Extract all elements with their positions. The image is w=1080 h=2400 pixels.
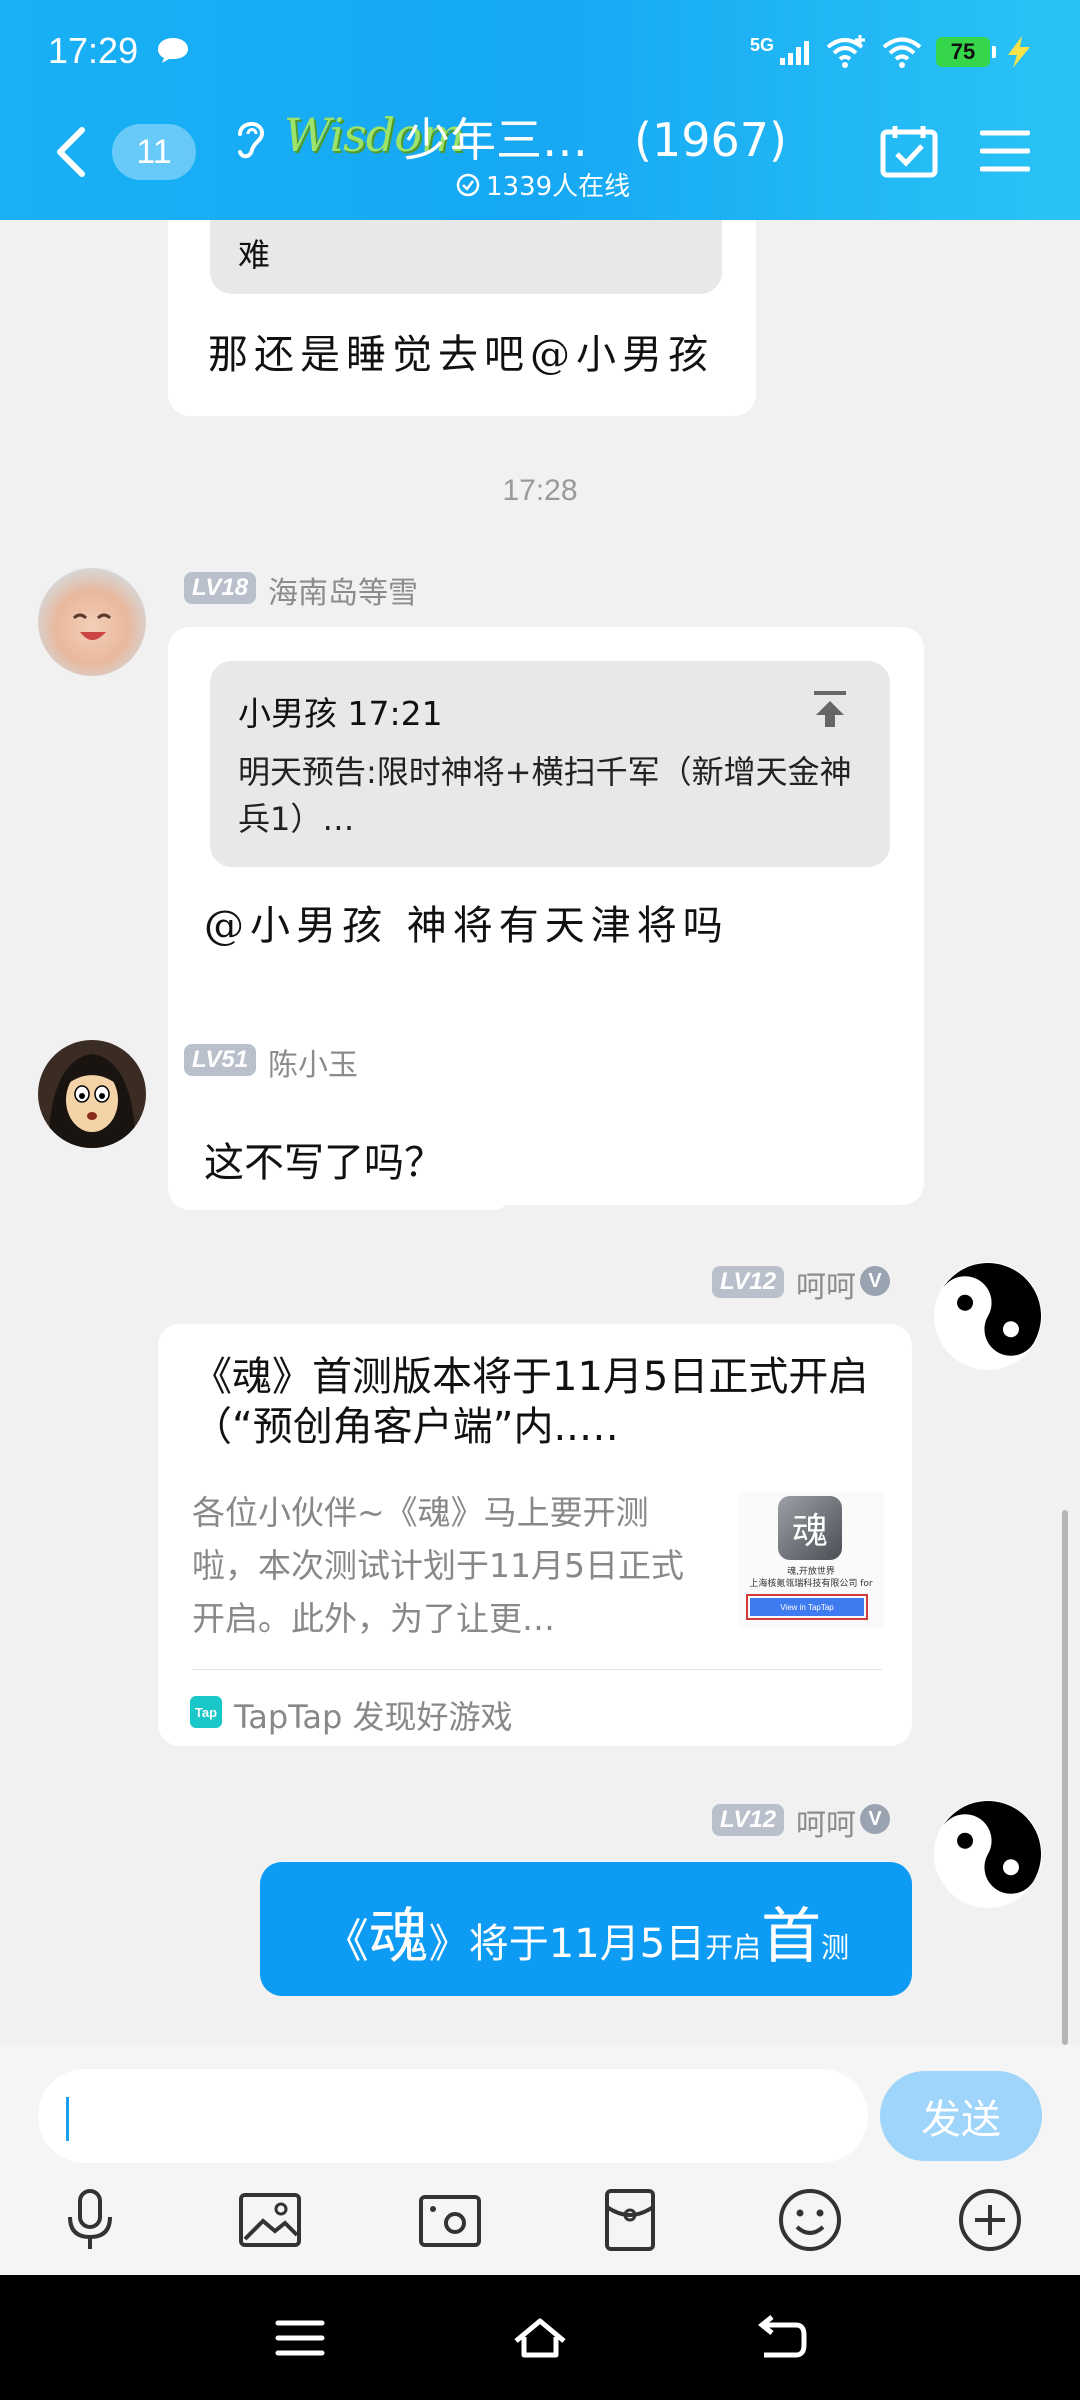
link-source: TapTap 发现好游戏 bbox=[234, 1698, 513, 1736]
message-text: 那还是睡觉去吧@小男孩 bbox=[208, 332, 714, 378]
calendar-check-icon[interactable] bbox=[880, 124, 938, 178]
message-input[interactable] bbox=[38, 2069, 868, 2163]
microphone-icon[interactable] bbox=[55, 2185, 125, 2255]
menu-icon[interactable] bbox=[980, 128, 1030, 174]
message-list[interactable]: 难 那还是睡觉去吧@小男孩 17:28 LV18 海南岛等雪 小男孩 17:21… bbox=[0, 220, 1080, 2045]
message-bubble-outgoing[interactable]: 《 魂 》将于11月5日 开启 首 测 bbox=[260, 1862, 912, 1996]
message-text: 这不写了吗？ bbox=[204, 1140, 444, 1186]
taptap-logo-icon: Tap bbox=[190, 1696, 222, 1728]
link-card-description: 各位小伙伴~《魂》马上要开测啦，本次测试计划于11月5日正式开启。此外，为了让更… bbox=[192, 1493, 684, 1638]
sender-name[interactable]: 呵呵 bbox=[796, 1262, 856, 1306]
chat-scrollbar[interactable] bbox=[1062, 1510, 1068, 2045]
verified-badge: V bbox=[860, 1804, 890, 1834]
message-notification-icon bbox=[158, 38, 188, 63]
group-title[interactable]: 少年三… (1967) bbox=[404, 104, 787, 170]
back-icon[interactable] bbox=[750, 2313, 810, 2363]
charging-bolt-icon bbox=[1008, 36, 1030, 68]
level-badge: LV18 bbox=[184, 572, 257, 604]
message-text-part: 》将于11月5日 bbox=[428, 1921, 706, 1967]
sender-name[interactable]: 呵呵 bbox=[796, 1800, 856, 1844]
yin-yang-icon bbox=[935, 1801, 1041, 1907]
input-bar: 发送 bbox=[0, 2045, 1080, 2275]
image-icon[interactable] bbox=[235, 2185, 305, 2255]
link-card-thumbnail: 魂 魂,开放世界 上海核氪瓴瑞科技有限公司 for View in TapTap bbox=[738, 1492, 884, 1628]
camera-icon[interactable] bbox=[415, 2185, 485, 2255]
message-text-part: 《 bbox=[322, 1914, 369, 1968]
message-text-part: 魂 bbox=[368, 1902, 429, 1972]
ear-icon[interactable] bbox=[230, 114, 270, 164]
avatar-yin-yang[interactable] bbox=[934, 1800, 1042, 1908]
unread-count-badge[interactable]: 11 bbox=[112, 124, 196, 180]
red-packet-icon[interactable] bbox=[595, 2185, 665, 2255]
online-count-text: 1339人在线 bbox=[486, 172, 631, 202]
thumbnail-company: 上海核氪瓴瑞科技有限公司 for bbox=[749, 1579, 873, 1589]
quoted-message-text: 难 bbox=[238, 236, 271, 274]
sender-name[interactable]: 海南岛等雪 bbox=[268, 568, 418, 612]
top-header: 17:29 5G 75 11 Wisdom 少年三… (1967) 1339人在… bbox=[0, 0, 1080, 220]
network-5g-label: 5G bbox=[749, 34, 774, 55]
avatar-yin-yang[interactable] bbox=[934, 1262, 1042, 1370]
wifi-icon bbox=[882, 37, 922, 68]
message-text-part: 测 bbox=[821, 1931, 850, 1964]
level-badge: LV51 bbox=[184, 1044, 257, 1076]
message-text-part: 首 bbox=[761, 1902, 822, 1972]
thumbnail-view-button-label: View in TapTap bbox=[750, 1598, 864, 1616]
cell-signal-icon bbox=[780, 41, 809, 65]
thumbnail-view-button: View in TapTap bbox=[746, 1594, 868, 1620]
text-caret bbox=[66, 2097, 69, 2141]
link-card-title: 《魂》首测版本将于11月5日正式开启（“预创角客户端”内..… bbox=[192, 1354, 869, 1450]
avatar-cartoon-girl[interactable] bbox=[38, 1040, 146, 1148]
card-divider bbox=[192, 1669, 882, 1670]
wifi-plus-icon bbox=[826, 35, 865, 68]
status-icons: 5G 75 bbox=[750, 32, 1034, 72]
level-badge: LV12 bbox=[712, 1804, 785, 1836]
jump-to-top-icon[interactable] bbox=[810, 689, 850, 729]
level-badge: LV12 bbox=[712, 1266, 785, 1298]
quoted-message-body: 明天预告:限时神将+横扫千军（新增天金神兵1）… bbox=[238, 753, 852, 838]
quoted-message-header: 小男孩 17:21 bbox=[238, 694, 443, 733]
recent-apps-icon[interactable] bbox=[270, 2313, 330, 2363]
quoted-message-box[interactable]: 难 bbox=[210, 220, 722, 294]
message-text: @小男孩 神将有天津将吗 bbox=[204, 903, 729, 949]
verified-badge: V bbox=[860, 1266, 890, 1296]
status-time: 17:29 bbox=[48, 30, 139, 71]
game-logo-image: 魂 bbox=[778, 1496, 842, 1560]
avatar-baby[interactable] bbox=[38, 568, 146, 676]
sender-name[interactable]: 陈小玉 bbox=[268, 1040, 358, 1084]
yin-yang-icon bbox=[935, 1263, 1041, 1369]
emoji-icon[interactable] bbox=[775, 2185, 845, 2255]
back-chevron-icon[interactable] bbox=[52, 124, 92, 180]
plus-icon[interactable] bbox=[955, 2185, 1025, 2255]
chat-timestamp: 17:28 bbox=[502, 474, 578, 507]
online-count[interactable]: 1339人在线 bbox=[456, 166, 630, 203]
cartoon-girl-icon bbox=[48, 1054, 136, 1148]
battery-indicator: 75 bbox=[936, 37, 996, 67]
home-icon[interactable] bbox=[510, 2313, 570, 2363]
quoted-message-box[interactable]: 小男孩 17:21 明天预告:限时神将+横扫千军（新增天金神兵1）… bbox=[210, 661, 890, 867]
system-nav-bar bbox=[0, 2275, 1080, 2400]
baby-face-icon bbox=[72, 613, 112, 640]
message-bubble-top[interactable]: 难 那还是睡觉去吧@小男孩 bbox=[168, 220, 756, 416]
message-bubble-m2[interactable]: 这不写了吗？ bbox=[168, 1100, 514, 1210]
send-button[interactable]: 发送 bbox=[880, 2071, 1042, 2161]
online-check-icon bbox=[456, 173, 480, 196]
link-card[interactable]: 《魂》首测版本将于11月5日正式开启（“预创角客户端”内..… 各位小伙伴~《魂… bbox=[158, 1324, 912, 1746]
message-text-part: 开启 bbox=[705, 1931, 762, 1964]
